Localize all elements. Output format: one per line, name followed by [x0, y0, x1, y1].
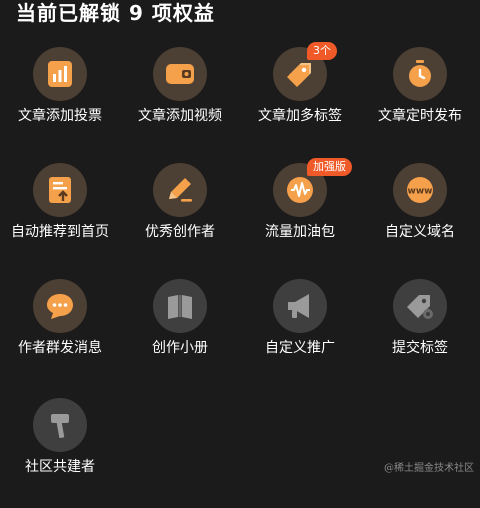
- badge: 加强版: [307, 158, 352, 176]
- benefits-grid: 文章添加投票 文章添加视频 3个 文章加多标签 文章定时发布 自动推荐到首页 优…: [0, 0, 480, 480]
- benefit-label: 自定义域名: [385, 224, 455, 240]
- benefit-label: 文章加多标签: [258, 108, 342, 124]
- pencil-icon: [169, 178, 192, 202]
- benefit-traffic[interactable]: 加强版 流量加油包: [240, 158, 360, 273]
- benefit-timer[interactable]: 文章定时发布: [360, 47, 480, 157]
- benefit-video[interactable]: 文章添加视频: [120, 47, 240, 157]
- benefit-label: 社区共建者: [25, 459, 95, 475]
- benefit-community[interactable]: 社区共建者: [0, 398, 120, 508]
- tag-settings-icon: [407, 295, 433, 319]
- www-icon: www: [407, 177, 433, 203]
- timer-icon: [409, 60, 431, 87]
- badge: 3个: [307, 42, 337, 60]
- benefit-label: 提交标签: [392, 340, 448, 356]
- benefit-label: 文章添加投票: [18, 108, 102, 124]
- benefit-multi-tag[interactable]: 3个 文章加多标签: [240, 42, 360, 157]
- benefit-label: 自动推荐到首页: [11, 224, 109, 240]
- benefit-label: 创作小册: [152, 340, 208, 356]
- megaphone-icon: [288, 294, 309, 318]
- benefit-label: 文章定时发布: [378, 108, 462, 124]
- multi-tag-icon: [287, 63, 311, 87]
- chat-bubble-icon: [47, 294, 73, 319]
- recommend-doc-icon: [49, 177, 71, 203]
- watermark: @稀土掘金技术社区: [384, 463, 474, 474]
- vote-chart-icon: [48, 61, 72, 87]
- benefit-promotion[interactable]: 自定义推广: [240, 279, 360, 389]
- benefit-label: 文章添加视频: [138, 108, 222, 124]
- benefit-label: 优秀创作者: [145, 224, 215, 240]
- benefit-submit-tag[interactable]: 提交标签: [360, 279, 480, 389]
- benefit-broadcast[interactable]: 作者群发消息: [0, 279, 120, 389]
- benefit-creator[interactable]: 优秀创作者: [120, 163, 240, 273]
- booklet-icon: [168, 295, 192, 319]
- benefit-vote[interactable]: 文章添加投票: [0, 47, 120, 157]
- benefit-label: 自定义推广: [265, 340, 335, 356]
- benefit-label: 流量加油包: [265, 224, 335, 240]
- benefit-booklet[interactable]: 创作小册: [120, 279, 240, 389]
- benefit-recommend[interactable]: 自动推荐到首页: [0, 163, 120, 273]
- hammer-icon: [51, 414, 69, 439]
- svg-text:www: www: [408, 187, 433, 197]
- benefit-domain[interactable]: www 自定义域名: [360, 163, 480, 273]
- traffic-wave-icon: [287, 177, 313, 203]
- benefit-label: 作者群发消息: [18, 340, 102, 356]
- video-icon: [166, 64, 194, 84]
